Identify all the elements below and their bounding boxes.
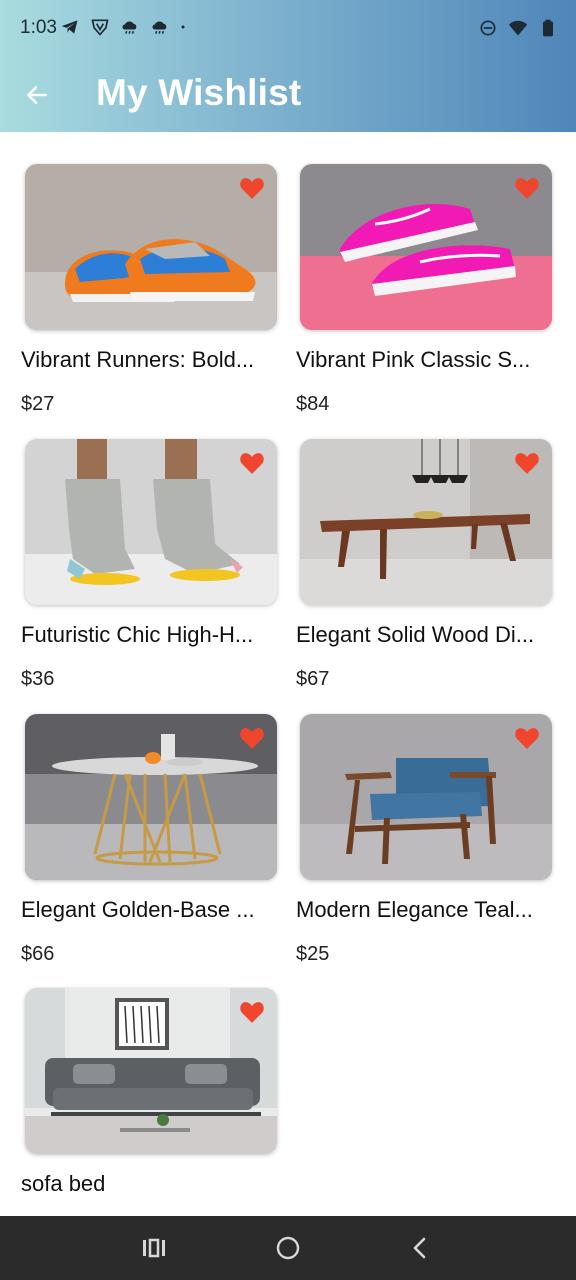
product-image[interactable]: [300, 439, 552, 605]
back-icon: [413, 1237, 426, 1259]
status-time: 1:03: [20, 17, 57, 38]
battery-icon: [543, 19, 553, 37]
product-price: $27: [21, 393, 55, 415]
heart-icon[interactable]: [239, 451, 265, 475]
heart-icon[interactable]: [514, 176, 540, 200]
arrow-left-icon: [27, 86, 47, 104]
heart-icon[interactable]: [514, 451, 540, 475]
product-price: $25: [296, 943, 330, 965]
product-name: Elegant Solid Wood Di...: [296, 622, 535, 647]
system-back-button[interactable]: [400, 1230, 440, 1266]
product-name: Vibrant Pink Classic S...: [296, 347, 531, 372]
recent-apps-button[interactable]: [134, 1230, 174, 1266]
product-card[interactable]: Vibrant Pink Classic S... $84: [296, 164, 558, 415]
product-card[interactable]: Elegant Solid Wood Di... $67: [296, 439, 558, 690]
product-image[interactable]: [25, 164, 277, 330]
heart-icon[interactable]: [239, 176, 265, 200]
wishlist-grid: Vibrant Runners: Bold... $27 Vibrant Pin…: [0, 132, 576, 1216]
product-image[interactable]: [25, 714, 277, 880]
home-icon: [276, 1236, 300, 1260]
status-bar: 1:03: [0, 0, 576, 58]
page-title: My Wishlist: [96, 72, 302, 113]
vpn-shield-icon: [91, 19, 109, 36]
product-card[interactable]: sofa bed: [21, 988, 283, 1191]
rain-cloud-icon: [152, 21, 167, 34]
system-nav-bar: [0, 1216, 576, 1280]
back-button[interactable]: [14, 72, 60, 118]
product-card[interactable]: Modern Elegance Teal... $25: [296, 714, 558, 965]
product-image[interactable]: [300, 714, 552, 880]
product-price: $66: [21, 943, 55, 965]
do-not-disturb-icon: [480, 20, 496, 36]
product-price: $67: [296, 668, 330, 690]
product-image[interactable]: [300, 164, 552, 330]
product-image[interactable]: [25, 988, 277, 1154]
app-bar: 1:03 My Wishlist: [0, 0, 576, 132]
product-card[interactable]: Futuristic Chic High-H... $36: [21, 439, 283, 690]
recent-apps-icon: [143, 1238, 165, 1258]
toolbar: My Wishlist: [0, 58, 576, 132]
heart-icon[interactable]: [239, 726, 265, 750]
wifi-icon: [508, 20, 528, 36]
product-image[interactable]: [25, 439, 277, 605]
product-name: Modern Elegance Teal...: [296, 897, 533, 922]
telegram-icon: [61, 20, 78, 34]
dot-icon: [181, 25, 185, 29]
product-name: Futuristic Chic High-H...: [21, 622, 254, 647]
product-card[interactable]: Elegant Golden-Base ... $66: [21, 714, 283, 965]
home-button[interactable]: [268, 1230, 308, 1266]
heart-icon[interactable]: [514, 726, 540, 750]
product-name: Vibrant Runners: Bold...: [21, 347, 255, 372]
product-price: $36: [21, 668, 55, 690]
product-name: sofa bed: [21, 1171, 106, 1191]
heart-icon[interactable]: [239, 1000, 265, 1024]
rain-cloud-icon: [122, 21, 137, 34]
product-card[interactable]: Vibrant Runners: Bold... $27: [21, 164, 283, 415]
product-name: Elegant Golden-Base ...: [21, 897, 255, 922]
product-price: $84: [296, 393, 330, 415]
